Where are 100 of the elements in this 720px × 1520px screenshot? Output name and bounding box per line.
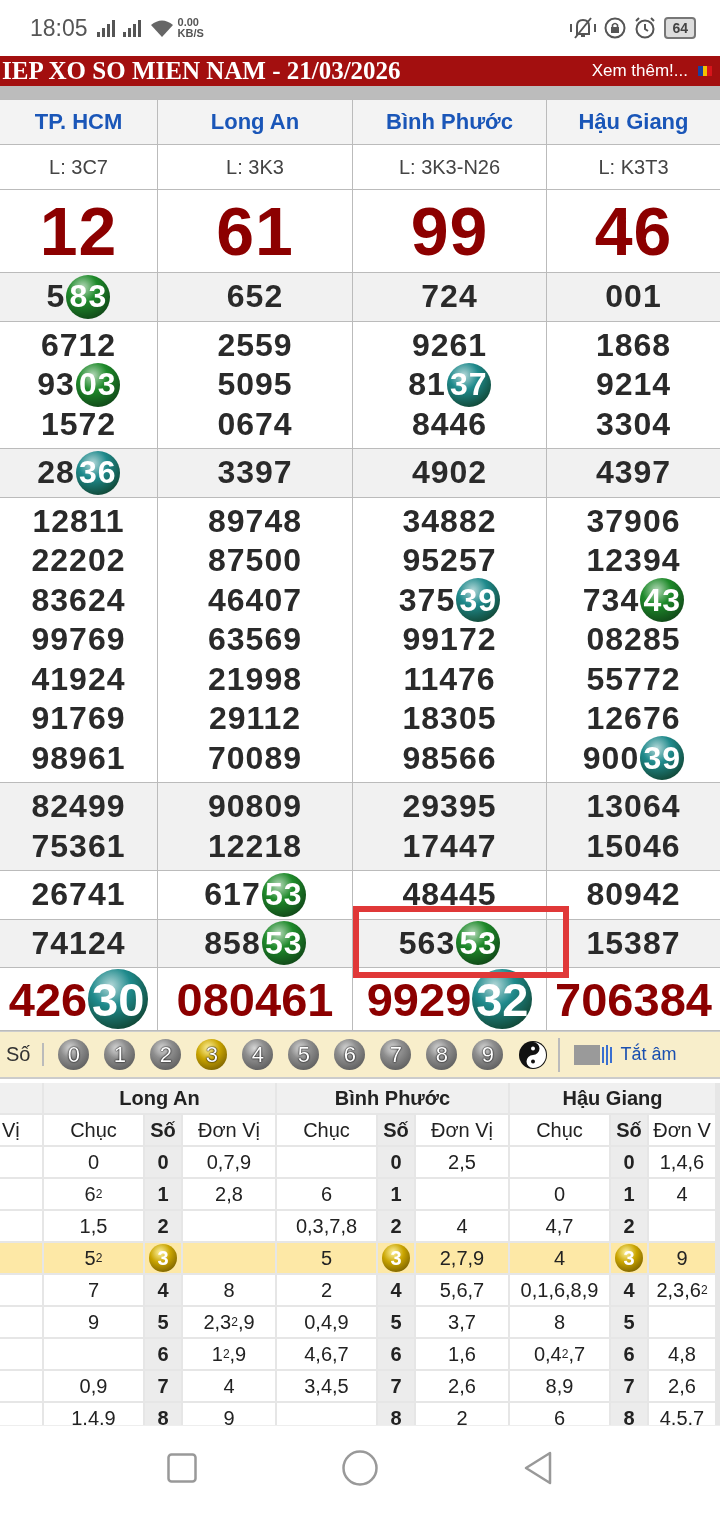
digit-label: 0 (623, 1150, 635, 1174)
highlighted-digits: 03 (75, 362, 120, 407)
digit-ball-button[interactable]: 8 (426, 1039, 458, 1070)
prize-number: 900 (582, 739, 640, 777)
ticket-code: L: K3T3 (598, 154, 669, 180)
prize-number: 080461 (176, 971, 334, 1027)
highlighted-digits: 53 (456, 921, 501, 966)
prize-number: 29112 (208, 700, 302, 738)
digit-label: 6 (390, 1342, 402, 1366)
digit-label: 7 (390, 1374, 402, 1398)
highlighted-digits: 53 (261, 872, 306, 917)
prize-number: 858 (204, 924, 261, 962)
digit-label: 6 (623, 1342, 635, 1366)
digit-label: 2 (390, 1214, 402, 1238)
prize-number: 22202 (31, 542, 126, 580)
province-name: Hậu Giang (578, 108, 689, 136)
column-heading: Số (611, 1115, 647, 1145)
digit-label: 7 (623, 1374, 635, 1398)
column-heading: Vị (0, 1115, 42, 1145)
digit-ball-button[interactable]: 7 (380, 1039, 412, 1070)
prize-number: 652 (226, 278, 284, 316)
prize-number: 61 (216, 192, 294, 270)
prize-number: 29395 (402, 788, 497, 826)
signal-icon (121, 19, 142, 37)
table-cell (0, 1243, 42, 1273)
yin-yang-icon (518, 1039, 549, 1070)
ticket-code: L: 3C7 (49, 154, 108, 180)
highlighted-digits: 83 (66, 274, 111, 319)
prize-number: 11476 (403, 660, 496, 698)
table-cell: 7 (44, 1275, 143, 1305)
table-cell: 1,4,6 (649, 1147, 715, 1177)
digit-label: 8 (157, 1406, 169, 1430)
highlighted-digits: 30 (88, 969, 149, 1029)
table-cell: 4 (649, 1179, 715, 1209)
prize-number: 98961 (31, 739, 126, 777)
prize-number: 12 (39, 192, 118, 270)
mute-sound-link[interactable]: Tắt âm (620, 1044, 677, 1065)
table-cell (0, 1211, 42, 1241)
prize-number: 83624 (31, 581, 126, 619)
table-cell: 0,9 (44, 1371, 143, 1401)
province-name: TP. HCM (34, 108, 123, 136)
table-cell: 4,8 (649, 1339, 715, 1369)
column-heading: Đơn V (649, 1115, 715, 1145)
digit-label: 4 (157, 1278, 169, 1302)
ticket-code: L: 3K3-N26 (398, 154, 501, 180)
digit-ball-button[interactable]: 3 (196, 1039, 228, 1070)
ticket-code: L: 3K3 (226, 154, 284, 180)
digit-ball-button[interactable]: 1 (104, 1039, 136, 1070)
table-cell (0, 1339, 42, 1369)
table-cell: 8 (183, 1275, 275, 1305)
table-cell: 5,6,7 (416, 1275, 508, 1305)
digit-ball-button[interactable]: 2 (150, 1039, 182, 1070)
digit-ball-button[interactable]: 0 (58, 1039, 90, 1070)
more-link[interactable]: Xem thêm!... (591, 61, 688, 81)
highlighted-digits: 53 (261, 921, 306, 966)
flag-icon (698, 66, 712, 76)
table-cell: 0,3,7,8 (277, 1211, 376, 1241)
prize-number: 9214 (595, 366, 672, 404)
table-cell (0, 1307, 42, 1337)
table-cell: 2,6 (416, 1371, 508, 1401)
prize-number: 08285 (586, 621, 681, 659)
table-cell (649, 1307, 715, 1337)
table-cell: 4,7 (510, 1211, 609, 1241)
prize-number: 28 (37, 454, 75, 492)
province-name: Long An (210, 108, 300, 136)
digit-ball-button[interactable]: 6 (334, 1039, 366, 1070)
prize-number: 4902 (411, 454, 488, 492)
table-cell: 8 (510, 1307, 609, 1337)
highlighted-digits: 39 (456, 578, 501, 623)
table-cell: 2 (277, 1275, 376, 1305)
prize-number: 1572 (40, 405, 117, 443)
square-icon (167, 1453, 197, 1483)
prize-number: 82499 (31, 788, 126, 826)
prize-number: 81 (408, 366, 446, 404)
prize-number: 48445 (402, 876, 497, 914)
digit-label: 6 (157, 1342, 169, 1366)
table-cell (0, 1275, 42, 1305)
table-cell: 0,1,6,8,9 (510, 1275, 609, 1305)
prize-number: 55772 (586, 660, 681, 698)
digit-label: 8 (623, 1406, 635, 1430)
table-cell: 0 (510, 1179, 609, 1209)
prize-number: 21998 (208, 660, 302, 698)
highlighted-digits: 37 (446, 362, 491, 407)
prize-number: 75361 (31, 827, 126, 865)
prize-number: 89748 (208, 502, 302, 540)
highlighted-digits: 36 (75, 450, 120, 495)
prize-number: 563 (398, 924, 456, 962)
digit-label: 1 (390, 1182, 402, 1206)
network-speed-value: 0.00 (177, 17, 200, 28)
table-cell (649, 1211, 715, 1241)
prize-number: 724 (421, 278, 478, 316)
table-cell: 3,4,5 (277, 1371, 376, 1401)
table-cell (0, 1147, 42, 1177)
prize-number: 13064 (586, 788, 681, 826)
prize-number: 80942 (586, 876, 681, 914)
prize-number: 46 (594, 192, 673, 270)
digit-ball-button[interactable]: 5 (288, 1039, 320, 1070)
digit-ball-button[interactable]: 9 (472, 1039, 504, 1070)
table-cell: 0,4,9 (277, 1307, 376, 1337)
prize-number: 3304 (595, 405, 672, 443)
